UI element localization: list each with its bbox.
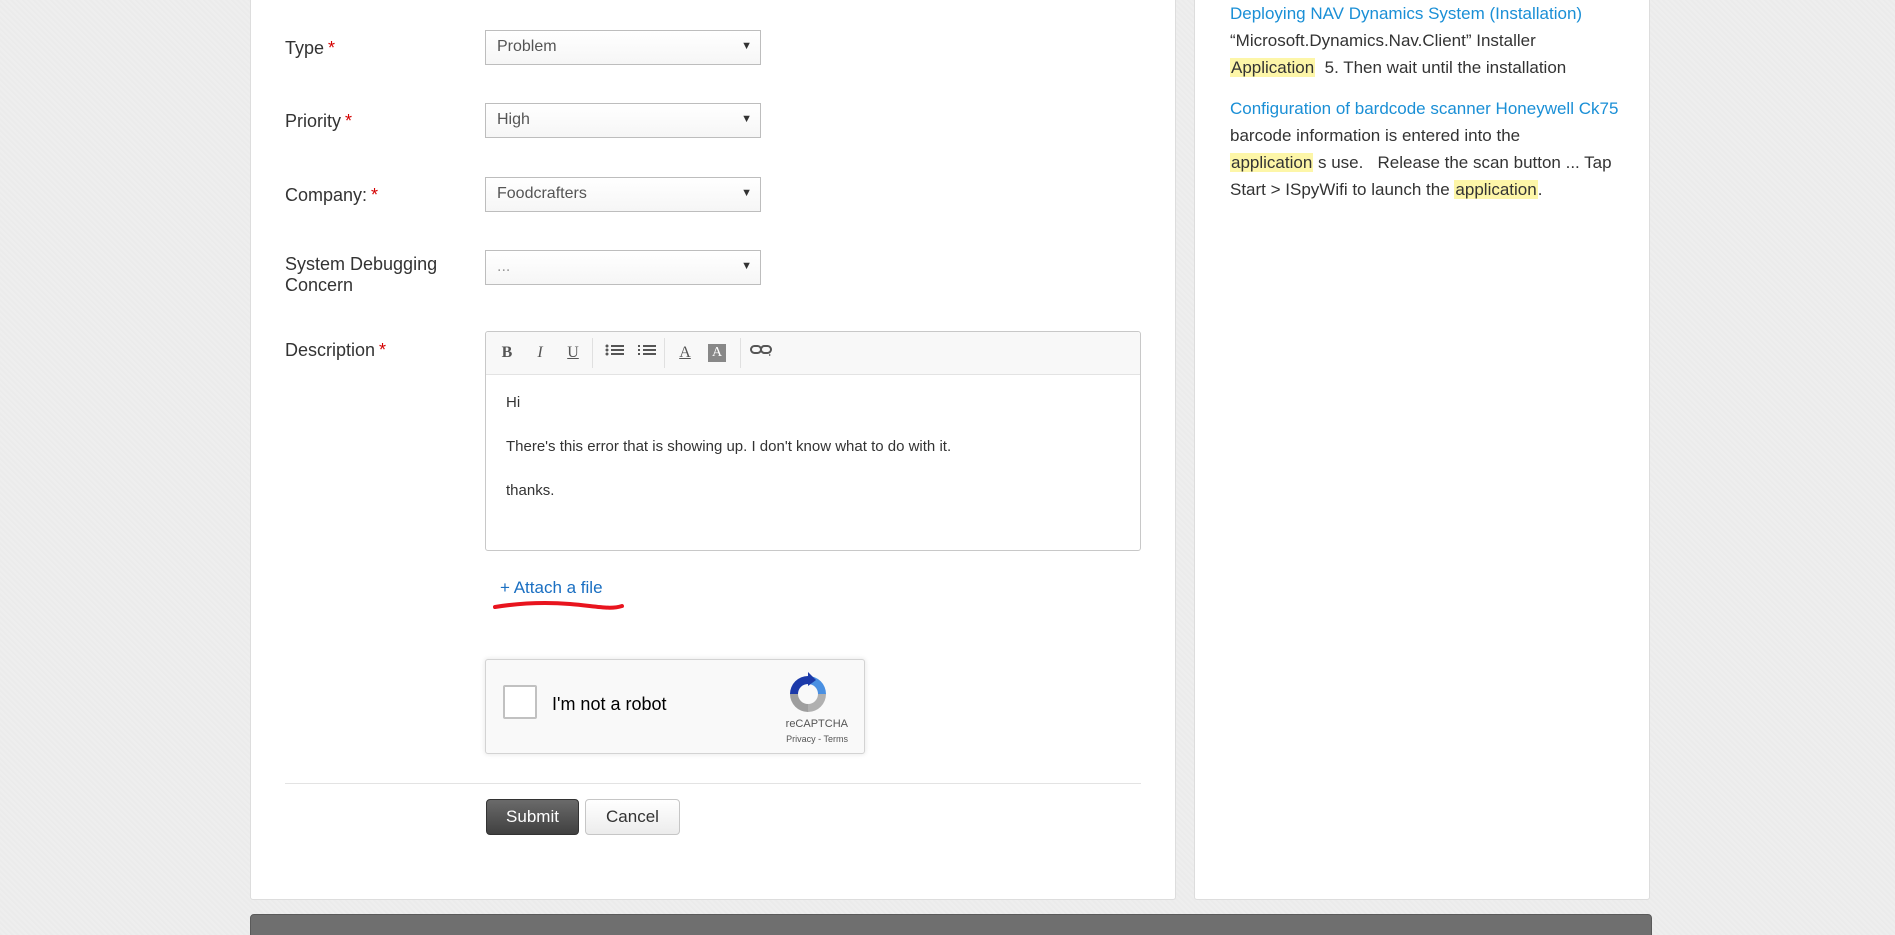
link-glyph bbox=[750, 345, 772, 356]
related-article-snippet: “Microsoft.Dynamics.Nav.Client” Installe… bbox=[1230, 27, 1630, 81]
submit-button[interactable]: Submit bbox=[486, 799, 579, 835]
snippet-text: “Microsoft.Dynamics.Nav.Client” Installe… bbox=[1230, 31, 1536, 50]
recaptcha-checkbox[interactable] bbox=[503, 685, 537, 719]
related-article-title-link[interactable]: Deploying NAV Dynamics System (Installat… bbox=[1230, 0, 1630, 27]
numbered-list-icon[interactable] bbox=[635, 342, 659, 364]
editor-paragraph: There's this error that is showing up. I… bbox=[506, 438, 952, 455]
description-label-text: Description bbox=[285, 340, 376, 360]
priority-select[interactable]: High ▼ bbox=[485, 103, 761, 138]
required-mark: * bbox=[328, 38, 336, 58]
toolbar-separator bbox=[740, 338, 741, 368]
description-editor[interactable]: B I U A A Hi There's this error that is … bbox=[485, 331, 1141, 551]
company-select[interactable]: Foodcrafters ▼ bbox=[485, 177, 761, 212]
type-select-value: Problem bbox=[497, 38, 557, 55]
bulleted-list-icon[interactable] bbox=[603, 342, 627, 364]
underline-button[interactable]: U bbox=[561, 342, 585, 364]
editor-paragraph: Hi bbox=[506, 394, 521, 411]
page: Type * Problem ▼ Priority * High ▼ Company… bbox=[0, 0, 1895, 935]
snippet-highlight: Application bbox=[1230, 58, 1316, 77]
snippet-highlight: application bbox=[1454, 180, 1538, 199]
recaptcha-label: I'm not a robot bbox=[552, 694, 667, 714]
cancel-button[interactable]: Cancel bbox=[585, 799, 680, 835]
bulleted-list-glyph bbox=[605, 344, 624, 356]
dropdown-arrow-icon: ▼ bbox=[741, 40, 752, 52]
required-mark: * bbox=[345, 111, 353, 131]
background-color-icon[interactable]: A bbox=[708, 344, 726, 362]
related-article-snippet: barcode information is entered into the … bbox=[1230, 122, 1630, 203]
attach-file-link[interactable]: + Attach a file bbox=[500, 578, 603, 598]
priority-label: Priority * bbox=[285, 111, 352, 132]
recaptcha-privacy-link[interactable]: Privacy bbox=[786, 734, 816, 744]
recaptcha-brand: reCAPTCHA bbox=[785, 718, 848, 730]
recaptcha-logo-icon bbox=[790, 672, 826, 712]
editor-paragraph: thanks. bbox=[506, 482, 555, 499]
type-label: Type * bbox=[285, 38, 335, 59]
editor-toolbar: B I U A A bbox=[486, 332, 1140, 375]
description-label: Description * bbox=[285, 340, 386, 361]
bold-button[interactable]: B bbox=[495, 342, 519, 364]
company-select-value: Foodcrafters bbox=[497, 185, 587, 202]
company-label-text: Company: bbox=[285, 185, 368, 205]
dropdown-arrow-icon: ▼ bbox=[741, 113, 752, 125]
form-divider bbox=[285, 783, 1141, 784]
recaptcha-terms-link[interactable]: Terms bbox=[824, 734, 849, 744]
numbered-list-glyph bbox=[638, 345, 656, 355]
toolbar-separator bbox=[664, 338, 665, 368]
dropdown-arrow-icon: ▼ bbox=[741, 187, 752, 199]
related-article-title-link[interactable]: Configuration of bardcode scanner Honeyw… bbox=[1230, 95, 1630, 122]
debug-concern-select[interactable]: ... ▼ bbox=[485, 250, 761, 285]
footer-bar bbox=[250, 914, 1652, 935]
text-color-icon[interactable]: A bbox=[673, 342, 697, 364]
snippet-text: 5. Then wait until the installation bbox=[1315, 58, 1567, 77]
debug-concern-label-line1: System Debugging bbox=[285, 254, 438, 274]
required-mark: * bbox=[371, 185, 379, 205]
type-label-text: Type bbox=[285, 38, 325, 58]
related-article: Deploying NAV Dynamics System (Installat… bbox=[1230, 0, 1630, 81]
snippet-highlight: application bbox=[1230, 153, 1314, 172]
italic-button[interactable]: I bbox=[528, 342, 552, 364]
snippet-text: . bbox=[1537, 180, 1543, 199]
company-label: Company: * bbox=[285, 185, 378, 206]
priority-select-value: High bbox=[497, 111, 530, 128]
debug-concern-label: System Debugging Concern bbox=[285, 254, 437, 296]
snippet-text: barcode information is entered into the bbox=[1230, 126, 1521, 145]
link-icon[interactable] bbox=[750, 342, 774, 364]
related-article: Configuration of bardcode scanner Honeyw… bbox=[1230, 95, 1630, 203]
dropdown-arrow-icon: ▼ bbox=[741, 260, 752, 272]
priority-label-text: Priority bbox=[285, 111, 342, 131]
type-select[interactable]: Problem ▼ bbox=[485, 30, 761, 65]
toolbar-separator bbox=[592, 338, 593, 368]
debug-concern-select-value: ... bbox=[497, 258, 511, 275]
recaptcha-links: Privacy - Terms bbox=[786, 734, 848, 744]
red-underline-annotation bbox=[493, 601, 624, 610]
recaptcha-link-separator: - bbox=[815, 734, 824, 744]
debug-concern-label-line2: Concern bbox=[285, 275, 354, 295]
recaptcha-widget: I'm not a robot reCAPTCHA Privacy - Term… bbox=[485, 659, 865, 754]
editor-content[interactable]: Hi There's this error that is showing up… bbox=[506, 392, 951, 524]
required-mark: * bbox=[379, 340, 387, 360]
